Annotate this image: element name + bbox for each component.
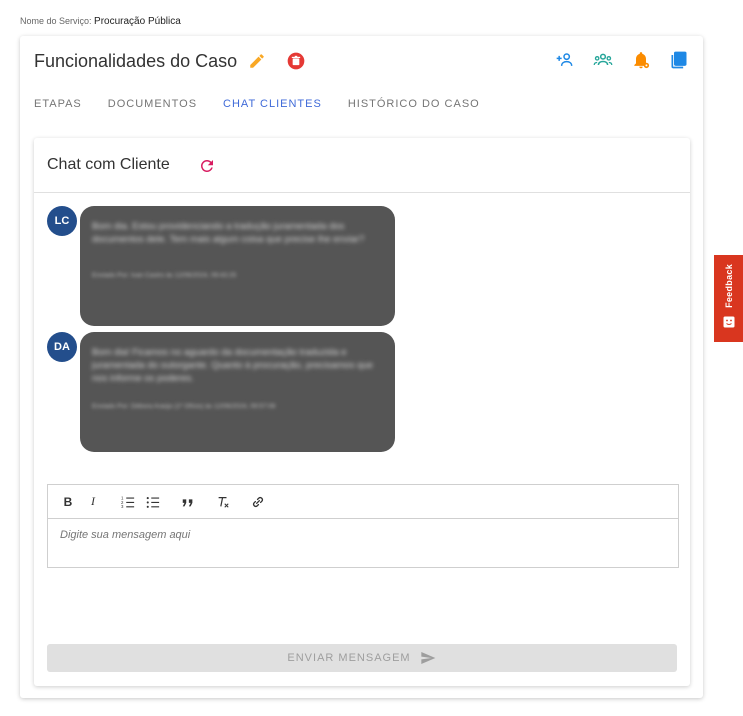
avatar: LC — [47, 206, 77, 236]
message-editor: B I 123 — [47, 484, 679, 568]
tab-historico-do-caso[interactable]: HISTÓRICO DO CASO — [348, 98, 480, 110]
message-input[interactable] — [48, 519, 672, 551]
message-bubble: Bom dia! Ficamos no aguardo da documenta… — [80, 332, 395, 452]
edit-pencil-icon[interactable] — [248, 52, 266, 70]
message-meta: Enviado Por: Débora Araújo (1º Ofício) à… — [92, 403, 276, 410]
tab-etapas[interactable]: ETAPAS — [34, 98, 82, 110]
link-icon[interactable] — [250, 494, 266, 510]
tab-chat-clientes[interactable]: CHAT CLIENTES — [223, 98, 322, 110]
send-message-button[interactable]: ENVIAR MENSAGEM — [47, 644, 677, 672]
service-name-line: Nome do Serviço: Procuração Pública — [20, 16, 181, 27]
group-icon[interactable] — [593, 50, 613, 70]
message-text: Bom dia. Estou providenciando a tradução… — [92, 221, 365, 245]
italic-icon[interactable]: I — [85, 494, 101, 510]
case-header-actions — [555, 50, 689, 70]
clear-format-icon[interactable] — [215, 494, 231, 510]
case-title: Funcionalidades do Caso — [34, 51, 238, 71]
feedback-label: Feedback — [723, 264, 734, 308]
feedback-tab[interactable]: Feedback — [714, 255, 743, 342]
refresh-icon[interactable] — [198, 157, 216, 175]
chat-header: Chat com Cliente — [34, 138, 690, 193]
message-bubble: Bom dia. Estou providenciando a tradução… — [80, 206, 395, 326]
avatar: DA — [47, 332, 77, 362]
delete-icon[interactable] — [286, 51, 306, 71]
bullet-list-icon[interactable] — [145, 494, 161, 510]
message-text: Bom dia! Ficamos no aguardo da documenta… — [92, 347, 373, 384]
service-name-value: Procuração Pública — [94, 16, 181, 27]
editor-toolbar: B I 123 — [48, 485, 678, 519]
notification-settings-icon[interactable] — [631, 50, 651, 70]
svg-text:3: 3 — [121, 504, 124, 509]
service-name-label: Nome do Serviço: — [20, 16, 92, 26]
send-icon — [420, 652, 435, 664]
copy-icon[interactable] — [669, 50, 689, 70]
send-message-label: ENVIAR MENSAGEM — [287, 652, 411, 664]
tab-documentos[interactable]: DOCUMENTOS — [108, 98, 197, 110]
case-features-card: Funcionalidades do Caso ETAPAS DOCUMENTO… — [20, 36, 703, 698]
add-person-icon[interactable] — [555, 50, 575, 70]
case-tabs: ETAPAS DOCUMENTOS CHAT CLIENTES HISTÓRIC… — [34, 98, 480, 110]
feedback-icon — [723, 316, 734, 328]
chat-title: Chat com Cliente — [47, 156, 170, 173]
ordered-list-icon[interactable]: 123 — [120, 494, 136, 510]
bold-icon[interactable]: B — [60, 494, 76, 510]
message-meta: Enviado Por: Ivan Castro às 12/06/2024, … — [92, 272, 237, 279]
chat-panel: Chat com Cliente LC Bom dia. Estou provi… — [34, 138, 690, 686]
quote-icon[interactable] — [180, 494, 196, 510]
